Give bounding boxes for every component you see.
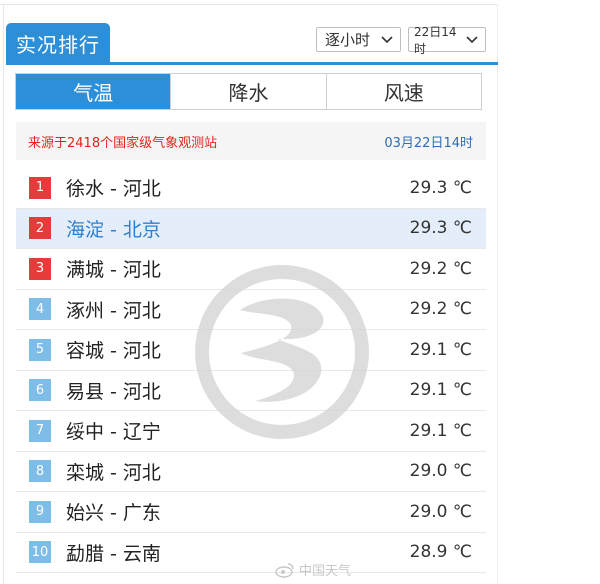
panel-right-border xyxy=(497,4,498,584)
ranking-row[interactable]: 8 栾城 - 河北 29.0 ℃ xyxy=(16,452,486,492)
weibo-watermark-text: 中国天气 xyxy=(299,564,352,579)
station-name: 勐腊 - 云南 xyxy=(66,542,161,565)
tab-precipitation[interactable]: 降水 xyxy=(170,74,326,109)
tab-wind-speed[interactable]: 风速 xyxy=(325,74,481,109)
source-bar: 来源于2418个国家级气象观测站 03月22日14时 xyxy=(16,122,486,160)
temperature-value: 29.0 ℃ xyxy=(409,461,472,482)
station-name: 徐水 - 河北 xyxy=(66,178,161,201)
chevron-down-icon xyxy=(466,33,479,47)
temperature-value: 29.3 ℃ xyxy=(409,218,472,239)
station-name: 满城 - 河北 xyxy=(66,259,161,282)
rank-badge: 7 xyxy=(29,419,51,442)
time-select[interactable]: 22日14时 xyxy=(408,25,486,56)
temperature-value: 29.1 ℃ xyxy=(409,420,472,441)
rank-badge: 6 xyxy=(29,379,51,402)
ranking-row[interactable]: 2 海淀 - 北京 29.3 ℃ xyxy=(16,208,486,249)
station-name: 栾城 - 河北 xyxy=(66,461,161,484)
weather-logo-watermark-icon xyxy=(195,265,369,439)
temperature-value: 29.1 ℃ xyxy=(409,380,472,401)
temperature-value: 29.2 ℃ xyxy=(409,258,472,279)
weibo-icon xyxy=(275,562,294,578)
temperature-value: 29.2 ℃ xyxy=(409,299,472,320)
rank-badge: 10 xyxy=(29,541,51,564)
rank-badge: 1 xyxy=(29,176,51,199)
rank-badge: 8 xyxy=(29,460,51,483)
rank-badge: 5 xyxy=(29,338,51,361)
header-divider xyxy=(6,62,498,65)
interval-select[interactable]: 逐小时 xyxy=(316,27,401,52)
source-time: 03月22日14时 xyxy=(384,135,473,151)
ranking-row[interactable]: 1 徐水 - 河北 29.3 ℃ xyxy=(16,168,486,209)
interval-select-value: 逐小时 xyxy=(325,31,371,49)
time-select-value: 22日14时 xyxy=(414,24,457,56)
rank-badge: 3 xyxy=(29,257,51,280)
temperature-value: 29.0 ℃ xyxy=(409,501,472,522)
panel-top-border xyxy=(0,4,498,5)
station-name: 易县 - 河北 xyxy=(66,380,161,403)
station-name: 容城 - 河北 xyxy=(66,340,161,363)
station-name: 海淀 - 北京 xyxy=(66,218,161,241)
temperature-value: 29.3 ℃ xyxy=(409,177,472,198)
temperature-value: 28.9 ℃ xyxy=(409,542,472,563)
rank-badge: 4 xyxy=(29,298,51,321)
rank-badge: 2 xyxy=(29,217,51,240)
rank-badge: 9 xyxy=(29,500,51,523)
ranking-row[interactable]: 9 始兴 - 广东 29.0 ℃ xyxy=(16,492,486,533)
station-name: 绥中 - 辽宁 xyxy=(66,421,161,444)
tab-temperature[interactable]: 气温 xyxy=(16,74,171,109)
metric-tabs: 气温 降水 风速 xyxy=(15,73,482,110)
chevron-down-icon xyxy=(380,33,394,47)
panel-title: 实况排行 xyxy=(6,23,110,63)
source-text: 来源于2418个国家级气象观测站 xyxy=(28,135,218,151)
temperature-value: 29.1 ℃ xyxy=(409,339,472,360)
weibo-watermark: 中国天气 xyxy=(275,560,351,579)
station-name: 始兴 - 广东 xyxy=(66,502,161,525)
station-name: 涿州 - 河北 xyxy=(66,299,161,322)
panel-left-border xyxy=(3,4,4,584)
ranking-row[interactable]: 10 勐腊 - 云南 28.9 ℃ xyxy=(16,533,486,573)
